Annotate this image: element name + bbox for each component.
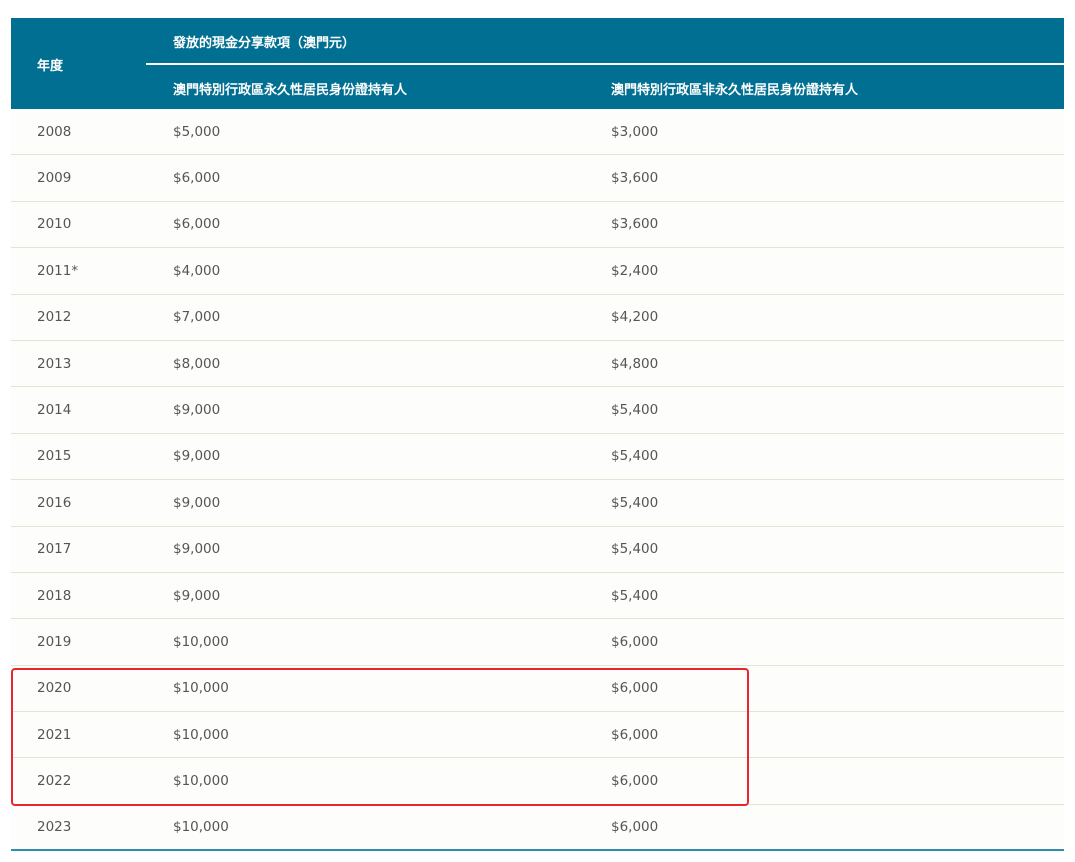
row-permanent-amount: $6,000 bbox=[173, 216, 221, 233]
row-permanent-amount: $9,000 bbox=[173, 494, 221, 511]
table-row: 2009 $6,000 $3,600 bbox=[11, 155, 1064, 202]
header-year: 年度 bbox=[37, 59, 64, 74]
row-permanent-amount: $9,000 bbox=[173, 541, 221, 558]
row-permanent-amount: $10,000 bbox=[173, 726, 229, 743]
row-year: 2023 bbox=[37, 819, 72, 836]
header-nonpermanent-resident: 澳門特別行政區非永久性居民身份證持有人 bbox=[611, 83, 859, 98]
row-nonpermanent-amount: $5,400 bbox=[611, 494, 659, 511]
table-row: 2014 $9,000 $5,400 bbox=[11, 387, 1064, 434]
row-permanent-amount: $7,000 bbox=[173, 309, 221, 326]
row-nonpermanent-amount: $6,000 bbox=[611, 819, 659, 836]
row-year: 2010 bbox=[37, 216, 72, 233]
header-divider bbox=[146, 63, 1064, 65]
table-row: 2012 $7,000 $4,200 bbox=[11, 295, 1064, 341]
row-permanent-amount: $9,000 bbox=[173, 587, 221, 604]
row-nonpermanent-amount: $6,000 bbox=[611, 773, 659, 790]
row-year: 2009 bbox=[37, 170, 72, 187]
row-nonpermanent-amount: $5,400 bbox=[611, 587, 659, 604]
row-permanent-amount: $9,000 bbox=[173, 448, 221, 465]
row-nonpermanent-amount: $2,400 bbox=[611, 262, 659, 279]
row-nonpermanent-amount: $6,000 bbox=[611, 726, 659, 743]
header-permanent-resident: 澳門特別行政區永久性居民身份證持有人 bbox=[173, 83, 408, 98]
table-body: 2008 $5,000 $3,000 2009 $6,000 $3,600 2010 $6,0… bbox=[11, 109, 1064, 852]
row-year: 2013 bbox=[37, 355, 72, 372]
row-year: 2014 bbox=[37, 402, 72, 419]
row-year: 2021 bbox=[37, 726, 72, 743]
table-row: 2013 $8,000 $4,800 bbox=[11, 341, 1064, 388]
table-row: 2015 $9,000 $5,400 bbox=[11, 434, 1064, 481]
header-group-title: 發放的現金分享款項（澳門元） bbox=[173, 36, 356, 51]
table-row: 2022 $10,000 $6,000 bbox=[11, 758, 1064, 805]
table-row: 2016 $9,000 $5,400 bbox=[11, 480, 1064, 527]
row-nonpermanent-amount: $6,000 bbox=[611, 680, 659, 697]
row-year: 2019 bbox=[37, 633, 72, 650]
row-year: 2008 bbox=[37, 123, 72, 140]
table-row: 2017 $9,000 $5,400 bbox=[11, 527, 1064, 573]
row-permanent-amount: $6,000 bbox=[173, 170, 221, 187]
row-permanent-amount: $5,000 bbox=[173, 123, 221, 140]
row-nonpermanent-amount: $5,400 bbox=[611, 448, 659, 465]
row-permanent-amount: $8,000 bbox=[173, 355, 221, 372]
row-year: 2022 bbox=[37, 773, 72, 790]
table-row: 2020 $10,000 $6,000 bbox=[11, 666, 1064, 713]
row-year: 2017 bbox=[37, 541, 72, 558]
row-nonpermanent-amount: $4,800 bbox=[611, 355, 659, 372]
table-row: 2021 $10,000 $6,000 bbox=[11, 712, 1064, 759]
row-permanent-amount: $9,000 bbox=[173, 402, 221, 419]
table-row: 2023 $10,000 $6,000 bbox=[11, 805, 1064, 852]
row-year: 2015 bbox=[37, 448, 72, 465]
row-year: 2016 bbox=[37, 494, 72, 511]
table-row: 2019 $10,000 $6,000 bbox=[11, 619, 1064, 666]
table-row: 2018 $9,000 $5,400 bbox=[11, 573, 1064, 620]
row-permanent-amount: $10,000 bbox=[173, 633, 229, 650]
row-permanent-amount: $4,000 bbox=[173, 262, 221, 279]
row-year: 2020 bbox=[37, 680, 72, 697]
row-permanent-amount: $10,000 bbox=[173, 819, 229, 836]
row-year: 2011* bbox=[37, 262, 79, 279]
table-row: 2011* $4,000 $2,400 bbox=[11, 248, 1064, 295]
row-nonpermanent-amount: $5,400 bbox=[611, 541, 659, 558]
row-nonpermanent-amount: $5,400 bbox=[611, 402, 659, 419]
row-nonpermanent-amount: $3,000 bbox=[611, 123, 659, 140]
row-nonpermanent-amount: $4,200 bbox=[611, 309, 659, 326]
row-nonpermanent-amount: $6,000 bbox=[611, 633, 659, 650]
row-nonpermanent-amount: $3,600 bbox=[611, 216, 659, 233]
cash-sharing-table: 年度 發放的現金分享款項（澳門元） 澳門特別行政區永久性居民身份證持有人 澳門特… bbox=[11, 18, 1064, 852]
row-year: 2012 bbox=[37, 309, 72, 326]
row-permanent-amount: $10,000 bbox=[173, 773, 229, 790]
row-year: 2018 bbox=[37, 587, 72, 604]
row-nonpermanent-amount: $3,600 bbox=[611, 170, 659, 187]
table-row: 2008 $5,000 $3,000 bbox=[11, 109, 1064, 156]
row-permanent-amount: $10,000 bbox=[173, 680, 229, 697]
table-row: 2010 $6,000 $3,600 bbox=[11, 202, 1064, 249]
table-header: 年度 發放的現金分享款項（澳門元） 澳門特別行政區永久性居民身份證持有人 澳門特… bbox=[11, 18, 1064, 109]
